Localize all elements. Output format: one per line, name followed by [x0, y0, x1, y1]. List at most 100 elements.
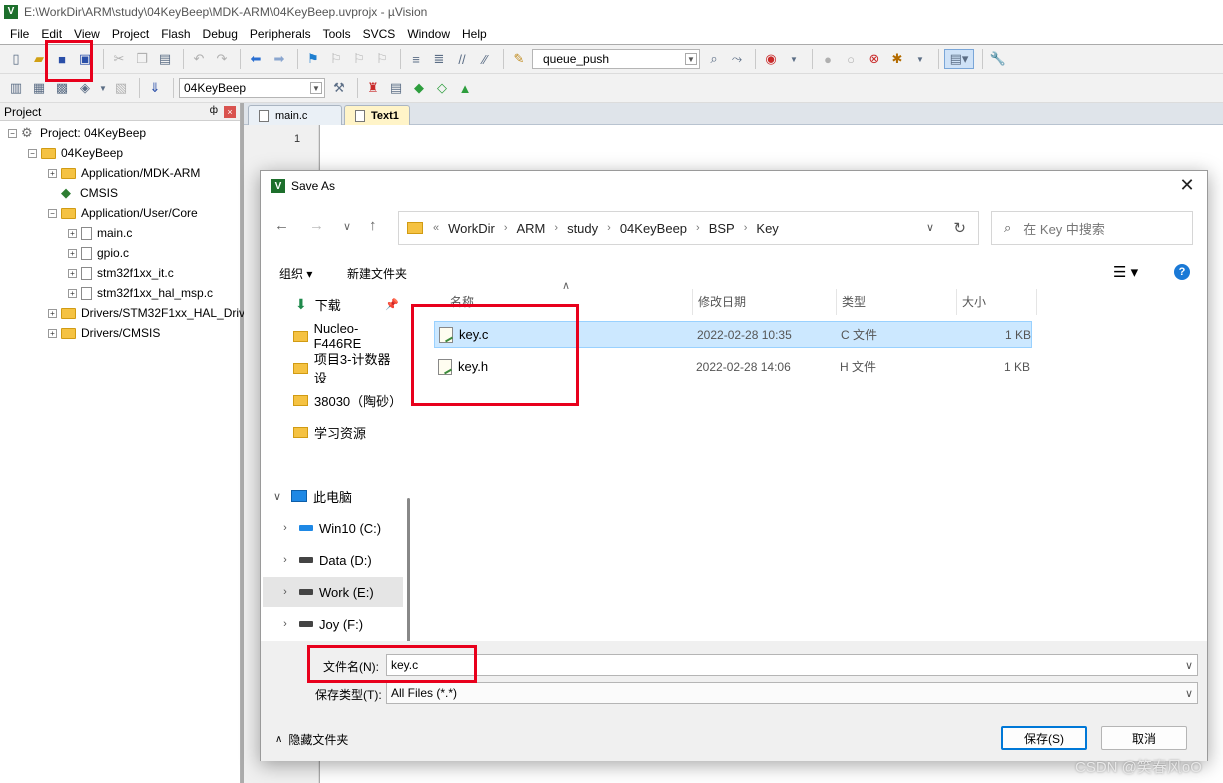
- expand-icon[interactable]: +: [68, 228, 77, 238]
- chevron-down-icon[interactable]: ∨: [1185, 659, 1193, 672]
- chevron-down-icon[interactable]: ∨: [926, 221, 934, 234]
- tree-item-group[interactable]: + Application/MDK-ARM: [48, 163, 200, 183]
- clear-bookmarks-icon[interactable]: ⚐: [372, 49, 392, 69]
- new-file-icon[interactable]: ▯: [6, 49, 26, 69]
- kill-breakpoints-icon[interactable]: ⊗: [864, 49, 884, 69]
- breadcrumb-study[interactable]: study: [567, 221, 598, 236]
- chevron-right-icon[interactable]: ›: [696, 222, 700, 234]
- debug-session-icon[interactable]: ◉: [761, 49, 781, 69]
- breakpoint-icon[interactable]: ●: [818, 49, 838, 69]
- disable-breakpoint-icon[interactable]: ○: [841, 49, 861, 69]
- find-icon[interactable]: ⌕: [704, 49, 724, 69]
- menu-tools[interactable]: Tools: [317, 27, 357, 41]
- chevron-down-icon[interactable]: ▼: [685, 53, 697, 65]
- unindent-icon[interactable]: ≣: [429, 49, 449, 69]
- prev-bookmark-icon[interactable]: ⚐: [326, 49, 346, 69]
- column-header-date[interactable]: 修改日期: [698, 293, 746, 310]
- menu-window[interactable]: Window: [401, 27, 456, 41]
- organize-button[interactable]: 组织 ▾: [279, 265, 312, 282]
- nav-item-folder[interactable]: Nucleo-F446RE: [263, 321, 403, 351]
- uncomment-icon[interactable]: ⁄⁄: [475, 49, 495, 69]
- translate-icon[interactable]: ▥: [6, 78, 26, 98]
- tab-text1[interactable]: Text1: [344, 105, 410, 125]
- menu-peripherals[interactable]: Peripherals: [244, 27, 317, 41]
- nav-item-drive[interactable]: › Joy (F:): [263, 609, 403, 639]
- chevron-right-icon[interactable]: ›: [554, 222, 558, 234]
- chevron-right-icon[interactable]: ›: [277, 586, 293, 598]
- navigate-back-icon[interactable]: ⬅: [246, 49, 266, 69]
- undo-icon[interactable]: ↶: [189, 49, 209, 69]
- expand-icon[interactable]: +: [68, 288, 77, 298]
- pin-icon[interactable]: 📌: [385, 298, 399, 311]
- collapse-icon[interactable]: −: [48, 208, 57, 218]
- menu-svcs[interactable]: SVCS: [357, 27, 402, 41]
- navigate-forward-icon[interactable]: ➡: [269, 49, 289, 69]
- tree-item-file[interactable]: + stm32f1xx_hal_msp.c: [68, 283, 213, 303]
- batch-dropdown-icon[interactable]: ▼: [98, 78, 108, 98]
- close-icon[interactable]: ×: [224, 106, 236, 118]
- chevron-right-icon[interactable]: ›: [277, 522, 293, 534]
- menu-file[interactable]: File: [4, 27, 35, 41]
- breadcrumb-bsp[interactable]: BSP: [709, 221, 735, 236]
- tab-main-c[interactable]: main.c: [248, 105, 342, 125]
- column-divider[interactable]: [956, 289, 957, 315]
- column-divider[interactable]: [692, 289, 693, 315]
- pack-installer-icon[interactable]: ◇: [432, 78, 452, 98]
- chevron-down-icon[interactable]: ∨: [269, 490, 285, 503]
- chevron-right-icon[interactable]: ›: [277, 618, 293, 630]
- cut-icon[interactable]: ✂: [109, 49, 129, 69]
- tree-item-file[interactable]: + stm32f1xx_it.c: [68, 263, 174, 283]
- tree-item-group[interactable]: + Drivers/STM32F1xx_HAL_Driv: [48, 303, 245, 323]
- menu-debug[interactable]: Debug: [197, 27, 244, 41]
- column-header-size[interactable]: 大小: [962, 293, 986, 310]
- tree-item-group[interactable]: − Application/User/Core: [48, 203, 198, 223]
- stop-build-icon[interactable]: ▧: [111, 78, 131, 98]
- tree-item-file[interactable]: + main.c: [68, 223, 132, 243]
- column-header-type[interactable]: 类型: [842, 293, 866, 310]
- nav-item-folder[interactable]: 38030（陶砂）: [263, 385, 403, 415]
- select-packs-icon[interactable]: ▤: [386, 78, 406, 98]
- tree-item-project[interactable]: − ⚙ Project: 04KeyBeep: [8, 123, 146, 143]
- find-in-files-icon[interactable]: ✎: [509, 49, 529, 69]
- cancel-button[interactable]: 取消: [1101, 726, 1187, 750]
- chevron-down-icon[interactable]: ▼: [310, 82, 322, 94]
- chevron-down-icon[interactable]: ∨: [1185, 687, 1193, 700]
- breadcrumb-04keybeep[interactable]: 04KeyBeep: [620, 221, 687, 236]
- tree-item-group[interactable]: + Drivers/CMSIS: [48, 323, 160, 343]
- breadcrumb-workdir[interactable]: WorkDir: [448, 221, 495, 236]
- manage-project-icon[interactable]: ♜: [363, 78, 383, 98]
- download-icon[interactable]: ⇓: [145, 78, 165, 98]
- tree-item-group[interactable]: ◆ CMSIS: [61, 183, 118, 203]
- target-combo[interactable]: 04KeyBeep ▼: [179, 78, 325, 98]
- nav-item-drive[interactable]: › Win10 (C:): [263, 513, 403, 543]
- column-divider[interactable]: [1036, 289, 1037, 315]
- menu-help[interactable]: Help: [456, 27, 493, 41]
- chevron-right-icon[interactable]: ›: [277, 554, 293, 566]
- options-dropdown-icon[interactable]: ▼: [910, 49, 930, 69]
- nav-item-this-pc[interactable]: ∨ 此电脑: [263, 481, 403, 511]
- breadcrumb-key[interactable]: Key: [756, 221, 778, 236]
- breadcrumb-arm[interactable]: ARM: [517, 221, 546, 236]
- target-options-icon[interactable]: ⚒: [329, 78, 349, 98]
- manage-rte-icon[interactable]: ◆: [409, 78, 429, 98]
- new-folder-button[interactable]: 新建文件夹: [347, 265, 407, 282]
- incremental-find-icon[interactable]: ⤳: [727, 49, 747, 69]
- copy-icon[interactable]: ❐: [132, 49, 152, 69]
- comment-icon[interactable]: //: [452, 49, 472, 69]
- nav-item-folder[interactable]: 项目3-计数器设: [263, 353, 403, 383]
- expand-icon[interactable]: +: [48, 168, 57, 178]
- software-packs-icon[interactable]: ▲: [455, 78, 475, 98]
- redo-icon[interactable]: ↷: [212, 49, 232, 69]
- nav-item-drive[interactable]: › Data (D:): [263, 545, 403, 575]
- recent-locations-chevron-icon[interactable]: ∨: [343, 220, 351, 233]
- address-overflow[interactable]: «: [433, 222, 439, 234]
- tree-item-file[interactable]: + gpio.c: [68, 243, 129, 263]
- chevron-right-icon[interactable]: ›: [744, 222, 748, 234]
- filename-input[interactable]: key.c ∨: [386, 654, 1198, 676]
- menu-view[interactable]: View: [68, 27, 106, 41]
- indent-icon[interactable]: ≡: [406, 49, 426, 69]
- debug-dropdown-icon[interactable]: ▼: [784, 49, 804, 69]
- expand-icon[interactable]: +: [48, 308, 57, 318]
- up-arrow-icon[interactable]: ↑: [369, 217, 377, 234]
- options-icon[interactable]: ✱: [887, 49, 907, 69]
